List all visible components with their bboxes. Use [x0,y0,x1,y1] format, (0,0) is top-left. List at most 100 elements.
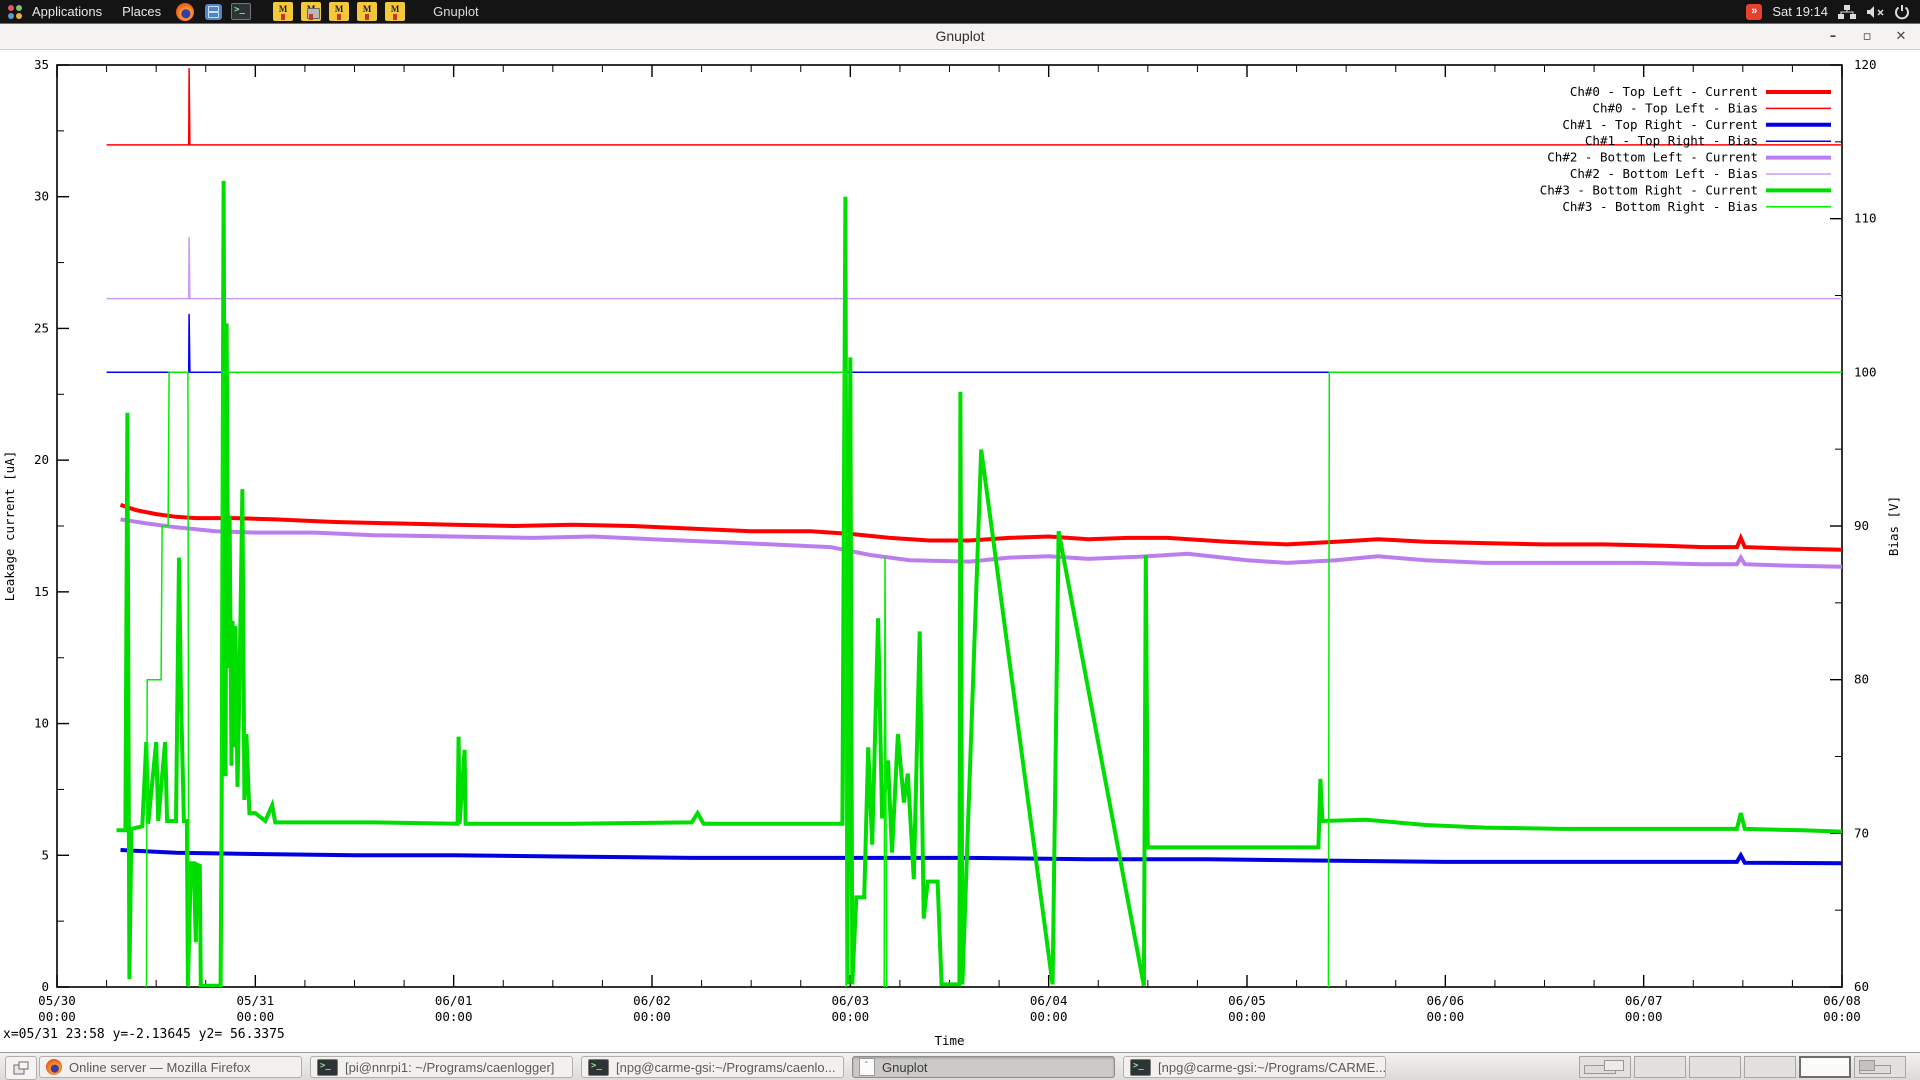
svg-text:Ch#1 - Top Right - Bias: Ch#1 - Top Right - Bias [1585,133,1758,148]
midas-camera-icon: M [301,2,321,21]
gnuplot-canvas[interactable]: 05/3000:0005/3100:0006/0100:0006/0200:00… [0,50,1920,1052]
svg-text:25: 25 [34,320,49,335]
taskbar-button-label: Gnuplot [882,1060,928,1075]
panel-active-window-label[interactable]: Gnuplot [433,4,479,19]
firefox-icon [46,1059,62,1075]
workspace-cell-5[interactable] [1799,1056,1851,1078]
svg-text:00:00: 00:00 [435,1009,473,1024]
svg-text:10: 10 [34,716,49,731]
workspace-cell-6[interactable] [1854,1056,1906,1078]
terminal-icon: >_ [588,1059,609,1076]
svg-text:00:00: 00:00 [1030,1009,1068,1024]
applications-menu[interactable]: Applications [22,0,112,23]
svg-text:5: 5 [41,847,49,862]
svg-text:Time: Time [934,1033,964,1048]
svg-text:00:00: 00:00 [38,1009,76,1024]
workspace-cell-1[interactable] [1579,1056,1631,1078]
workspace-switcher [1579,1056,1906,1078]
terminal-icon: >_ [231,3,251,20]
svg-text:05/30: 05/30 [38,993,76,1008]
chart: 05/3000:0005/3100:0006/0100:0006/0200:00… [0,50,1920,1052]
svg-text:06/03: 06/03 [832,993,870,1008]
power-icon[interactable] [1894,4,1910,20]
taskbar-button-terminal-2[interactable]: >_ [npg@carme-gsi:~/Programs/caenlo... [581,1056,844,1078]
svg-text:Ch#3 - Bottom Right - Current: Ch#3 - Bottom Right - Current [1540,182,1758,197]
minimize-button[interactable]: – [1822,27,1844,47]
files-icon [205,4,222,20]
svg-text:110: 110 [1854,211,1877,226]
desktop-panel: Applications Places >_ M M M M M Gnuplot… [0,0,1920,23]
svg-text:70: 70 [1854,825,1869,840]
svg-text:06/04: 06/04 [1030,993,1068,1008]
firefox-launcher[interactable] [175,2,195,21]
firefox-icon [176,3,194,21]
taskbar-button-gnuplot[interactable]: Gnuplot [852,1056,1115,1078]
svg-text:06/05: 06/05 [1228,993,1266,1008]
midas-window-4[interactable]: M [357,2,377,21]
midas-icon: M [385,2,405,21]
window-title: Gnuplot [0,28,1920,44]
svg-text:06/01: 06/01 [435,993,473,1008]
svg-text:Ch#0 - Top Left - Bias: Ch#0 - Top Left - Bias [1592,100,1758,115]
svg-text:05/31: 05/31 [237,993,275,1008]
midas-icon: M [329,2,349,21]
svg-text:80: 80 [1854,672,1869,687]
taskbar-button-terminal-1[interactable]: >_ [pi@nnrpi1: ~/Programs/caenlogger] [310,1056,573,1078]
workspace-cell-4[interactable] [1744,1056,1796,1078]
svg-text:Ch#1 - Top Right - Current: Ch#1 - Top Right - Current [1562,117,1758,132]
svg-text:Ch#2 - Bottom Left - Current: Ch#2 - Bottom Left - Current [1547,150,1758,165]
svg-text:06/08: 06/08 [1823,993,1861,1008]
workspace-cell-3[interactable] [1689,1056,1741,1078]
svg-text:60: 60 [1854,979,1869,994]
terminal-icon: >_ [1130,1059,1151,1076]
svg-text:100: 100 [1854,364,1877,379]
terminal-launcher[interactable]: >_ [231,2,251,21]
svg-text:Ch#3 - Bottom Right - Bias: Ch#3 - Bottom Right - Bias [1562,199,1758,214]
windows-pager-icon [13,1061,29,1075]
svg-text:06/06: 06/06 [1427,993,1465,1008]
taskbar: Online server — Mozilla Firefox >_ [pi@n… [0,1052,1920,1080]
svg-text:Ch#2 - Bottom Left - Bias: Ch#2 - Bottom Left - Bias [1570,166,1758,181]
svg-text:00:00: 00:00 [237,1009,275,1024]
files-launcher[interactable] [203,2,223,21]
svg-text:15: 15 [34,584,49,599]
svg-text:120: 120 [1854,57,1877,72]
midas-icon: M [273,2,293,21]
svg-text:30: 30 [34,189,49,204]
task-button-strip: Online server — Mozilla Firefox >_ [pi@n… [39,1056,1386,1078]
svg-text:Leakage current [uA]: Leakage current [uA] [2,451,17,602]
svg-text:Bias [V]: Bias [V] [1886,496,1901,556]
places-menu[interactable]: Places [112,0,171,23]
svg-text:35: 35 [34,57,49,72]
svg-text:20: 20 [34,452,49,467]
workspace-cell-2[interactable] [1634,1056,1686,1078]
svg-text:00:00: 00:00 [832,1009,870,1024]
maximize-button[interactable]: ▫ [1856,27,1878,47]
midas-icon: M [357,2,377,21]
taskbar-button-terminal-3[interactable]: >_ [npg@carme-gsi:~/Programs/CARME... [1123,1056,1386,1078]
midas-window-1[interactable]: M [273,2,293,21]
distro-menu-icon[interactable] [8,5,22,19]
close-button[interactable]: ✕ [1890,27,1912,47]
midas-window-3[interactable]: M [329,2,349,21]
svg-text:06/07: 06/07 [1625,993,1663,1008]
terminal-icon: >_ [317,1059,338,1076]
svg-text:90: 90 [1854,518,1869,533]
svg-text:00:00: 00:00 [1823,1009,1861,1024]
volume-muted-icon[interactable] [1866,4,1884,20]
svg-text:0: 0 [41,979,49,994]
taskbar-button-label: [pi@nnrpi1: ~/Programs/caenlogger] [345,1060,554,1075]
notification-icon[interactable]: » [1746,4,1762,20]
gnuplot-window-titlebar[interactable]: Gnuplot – ▫ ✕ [0,23,1920,50]
show-desktop-button[interactable] [5,1056,37,1080]
network-icon[interactable] [1838,4,1856,20]
svg-text:00:00: 00:00 [1625,1009,1663,1024]
clock[interactable]: Sat 19:14 [1772,4,1828,19]
midas-window-5[interactable]: M [385,2,405,21]
gnuplot-icon [859,1058,875,1076]
taskbar-button-label: [npg@carme-gsi:~/Programs/caenlo... [616,1060,835,1075]
svg-text:00:00: 00:00 [1427,1009,1465,1024]
taskbar-button-firefox[interactable]: Online server — Mozilla Firefox [39,1056,302,1078]
midas-window-2[interactable]: M [301,2,321,21]
svg-text:00:00: 00:00 [1228,1009,1266,1024]
